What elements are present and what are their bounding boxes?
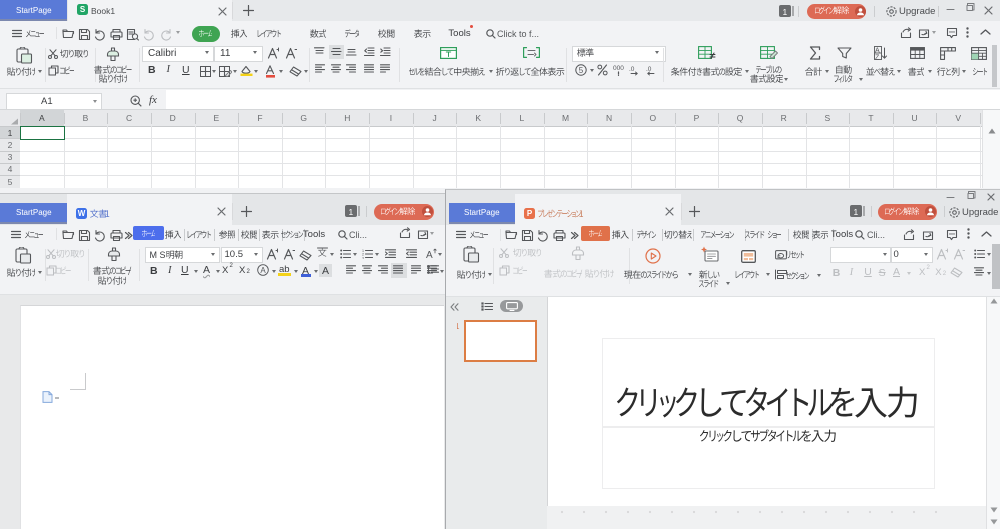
svg-text:3: 3	[362, 256, 364, 259]
svg-text:A: A	[260, 266, 266, 275]
svg-text:A: A	[875, 48, 880, 55]
svg-text:000: 000	[613, 65, 624, 72]
svg-text:.0: .0	[629, 66, 635, 73]
svg-text:5: 5	[579, 65, 584, 74]
svg-text:A: A	[426, 250, 433, 259]
